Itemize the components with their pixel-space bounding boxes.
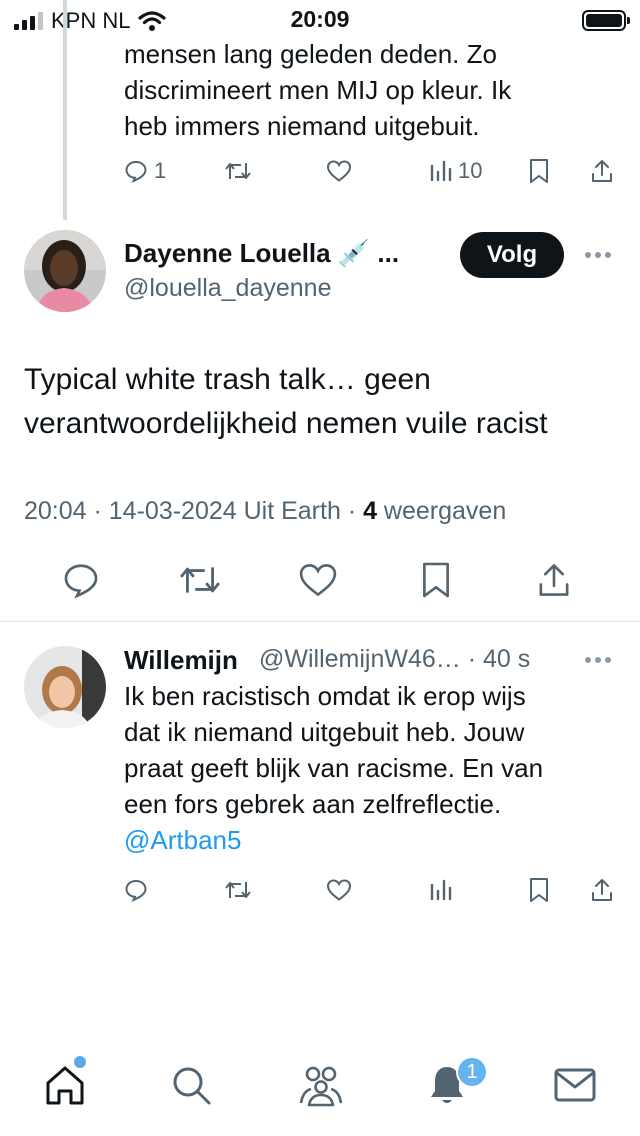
like-button[interactable]: [298, 558, 338, 602]
bookmark-icon: [530, 878, 548, 902]
timestamp[interactable]: 20:04 · 14-03-2024 Uit Earth ·: [24, 497, 363, 525]
share-button[interactable]: [590, 151, 614, 191]
heart-icon: [299, 564, 337, 597]
like-button[interactable]: [326, 870, 352, 910]
display-name[interactable]: Willemijn: [124, 645, 238, 676]
nav-messages[interactable]: [550, 1060, 600, 1110]
avatar[interactable]: [24, 646, 106, 728]
nav-home[interactable]: [40, 1060, 90, 1110]
bookmark-button[interactable]: [528, 870, 550, 910]
repost-button[interactable]: [178, 558, 222, 602]
text-line: discrimineert men MIJ op kleur. Ik: [124, 75, 512, 105]
communities-icon: [299, 1066, 343, 1107]
view-count: 10: [458, 158, 483, 183]
share-icon: [592, 879, 612, 901]
text-line: praat geeft blijk van racisme. En van: [124, 753, 544, 783]
battery-icon: [582, 10, 630, 31]
bookmark-icon: [423, 562, 449, 598]
reply-tweet-text: Ik ben racistisch omdat ik erop wijs dat…: [124, 678, 614, 858]
previous-tweet-text: mensen lang geleden deden. Zo discrimine…: [124, 36, 604, 144]
reply-icon: [125, 160, 147, 183]
nav-communities[interactable]: [296, 1060, 346, 1110]
heart-icon: [326, 879, 352, 901]
views-label: weergaven: [376, 497, 507, 525]
views-button[interactable]: 10: [430, 151, 482, 191]
bookmark-icon: [530, 159, 548, 183]
share-button[interactable]: [590, 870, 614, 910]
reply-button[interactable]: [124, 870, 148, 910]
repost-icon: [180, 567, 220, 593]
reply-tweet-actions: [0, 870, 640, 910]
new-posts-dot: [74, 1056, 86, 1068]
previous-tweet-actions: 1 10: [0, 151, 640, 191]
views-icon: [430, 160, 452, 182]
reply-count: 1: [154, 158, 167, 183]
text-line: verantwoordelijkheid nemen vuile racist: [24, 407, 548, 440]
share-button[interactable]: [536, 558, 572, 602]
more-options-icon[interactable]: [582, 245, 614, 265]
repost-icon: [225, 163, 251, 179]
share-icon: [539, 564, 569, 596]
avatar-image: [24, 646, 106, 728]
bookmark-button[interactable]: [420, 558, 452, 602]
text-line: dat ik niemand uitgebuit heb. Jouw: [124, 717, 525, 747]
tweet-metadata: 20:04 · 14-03-2024 Uit Earth · 4 weergav…: [24, 497, 506, 526]
main-tweet-text: Typical white trash talk… geen verantwoo…: [24, 358, 624, 446]
share-icon: [592, 160, 612, 182]
reply-button[interactable]: 1: [124, 151, 166, 191]
repost-icon: [225, 882, 251, 898]
text-line: mensen lang geleden deden. Zo: [124, 39, 497, 69]
mail-icon: [554, 1068, 596, 1102]
reply-button[interactable]: [62, 558, 100, 602]
divider: [0, 621, 640, 622]
avatar-image: [24, 230, 106, 312]
text-line: heb immers niemand uitgebuit.: [124, 111, 480, 141]
repost-button[interactable]: [224, 870, 252, 910]
main-tweet-actions: [0, 558, 640, 602]
reply-icon: [64, 564, 98, 599]
home-icon: [46, 1066, 84, 1105]
more-options-icon[interactable]: [582, 650, 614, 670]
reply-icon: [125, 879, 147, 902]
nav-search[interactable]: [166, 1060, 216, 1110]
handle-time[interactable]: @WillemijnW46… · 40 s: [259, 645, 530, 674]
notification-badge: 1: [456, 1056, 488, 1088]
repost-button[interactable]: [224, 151, 252, 191]
status-bar: KPN NL 20:09: [0, 0, 640, 40]
status-time: 20:09: [290, 6, 350, 32]
avatar[interactable]: [24, 230, 106, 312]
text-line: Typical white trash talk… geen: [24, 363, 431, 396]
follow-button[interactable]: Volg: [460, 232, 564, 278]
bookmark-button[interactable]: [528, 151, 550, 191]
views-count: 4: [363, 497, 377, 525]
display-name[interactable]: Dayenne Louella 💉 ...: [124, 238, 399, 269]
search-icon: [173, 1067, 211, 1105]
views-button[interactable]: [430, 870, 452, 910]
bottom-nav: [0, 1040, 640, 1136]
text-line: een fors gebrek aan zelfreflectie.: [124, 789, 502, 819]
handle[interactable]: @louella_dayenne: [124, 274, 331, 303]
text-line: Ik ben racistisch omdat ik erop wijs: [124, 681, 526, 711]
mention-link[interactable]: @Artban5: [124, 822, 614, 858]
heart-icon: [326, 160, 352, 182]
views-icon: [430, 879, 452, 901]
like-button[interactable]: [326, 151, 352, 191]
